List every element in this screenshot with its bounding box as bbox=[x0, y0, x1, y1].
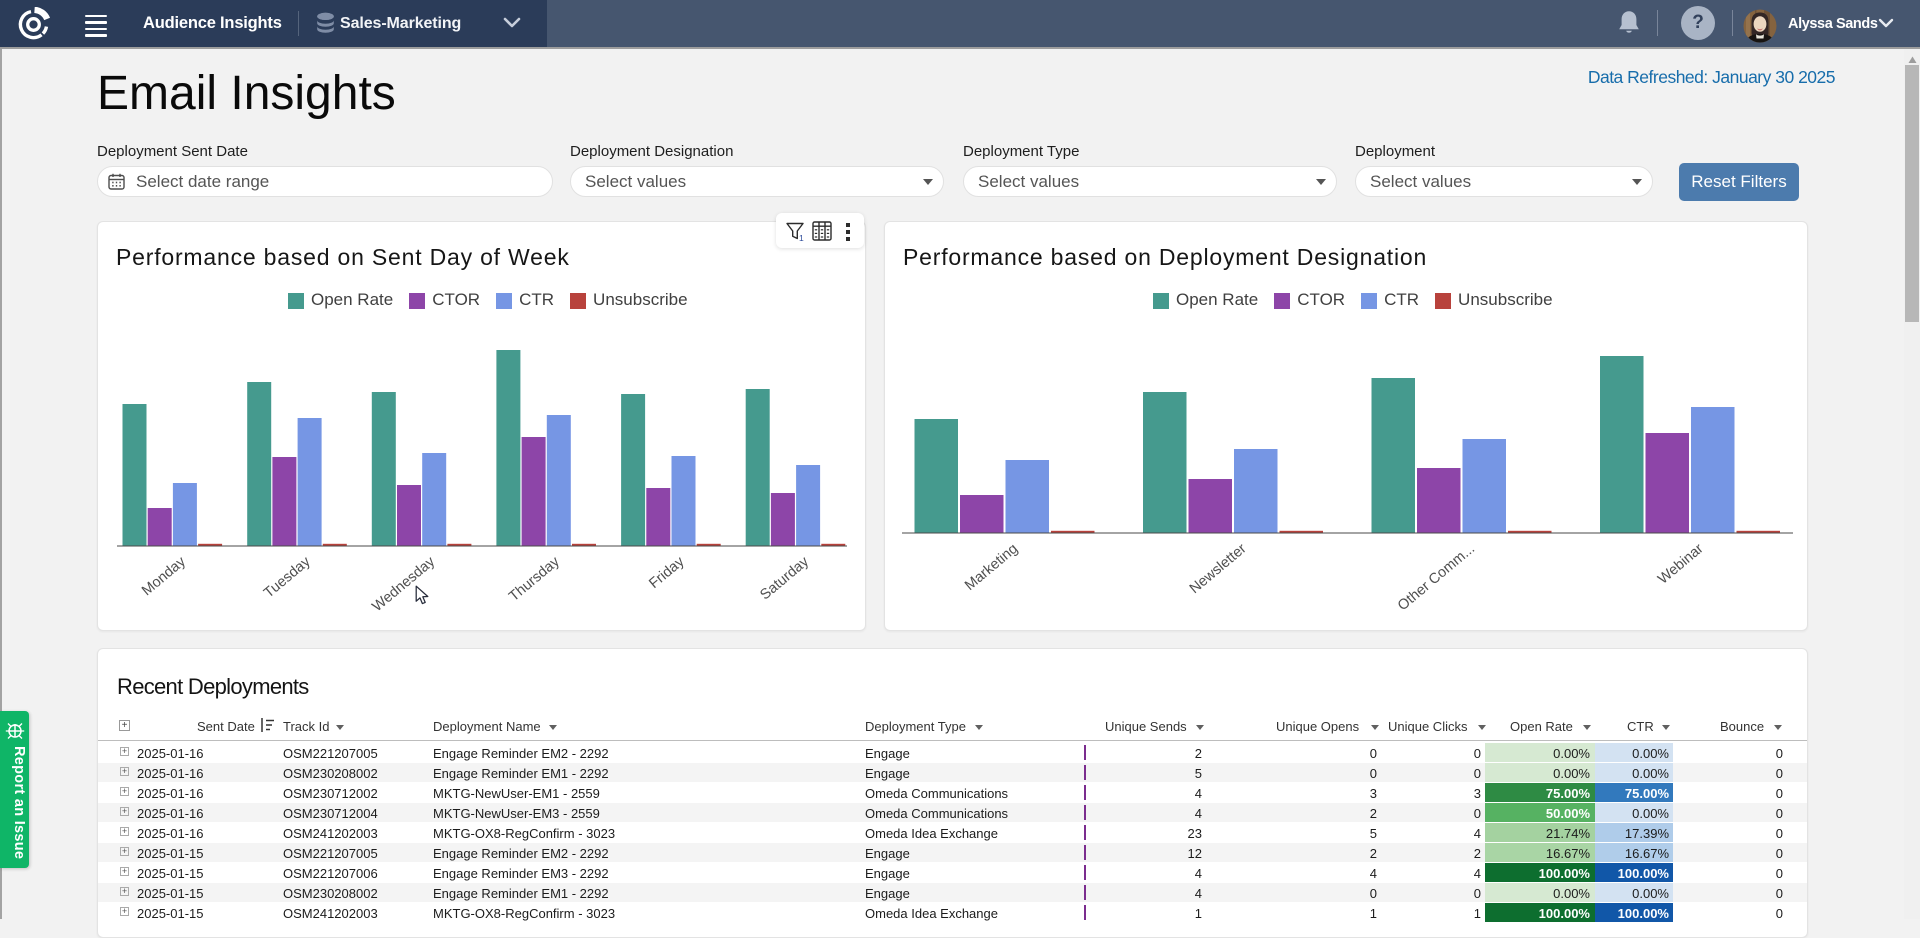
svg-text:Newsletter: Newsletter bbox=[1187, 541, 1250, 597]
svg-text:Webinar: Webinar bbox=[1655, 541, 1707, 588]
svg-text:Marketing: Marketing bbox=[962, 541, 1021, 594]
svg-text:1: 1 bbox=[799, 233, 804, 242]
svg-text:Other Comm...: Other Comm... bbox=[1395, 541, 1478, 614]
svg-text:Saturday: Saturday bbox=[757, 553, 812, 603]
svg-text:Monday: Monday bbox=[139, 553, 189, 599]
svg-text:Tuesday: Tuesday bbox=[261, 553, 314, 601]
svg-text:Friday: Friday bbox=[646, 553, 688, 592]
svg-text:Thursday: Thursday bbox=[506, 553, 563, 605]
